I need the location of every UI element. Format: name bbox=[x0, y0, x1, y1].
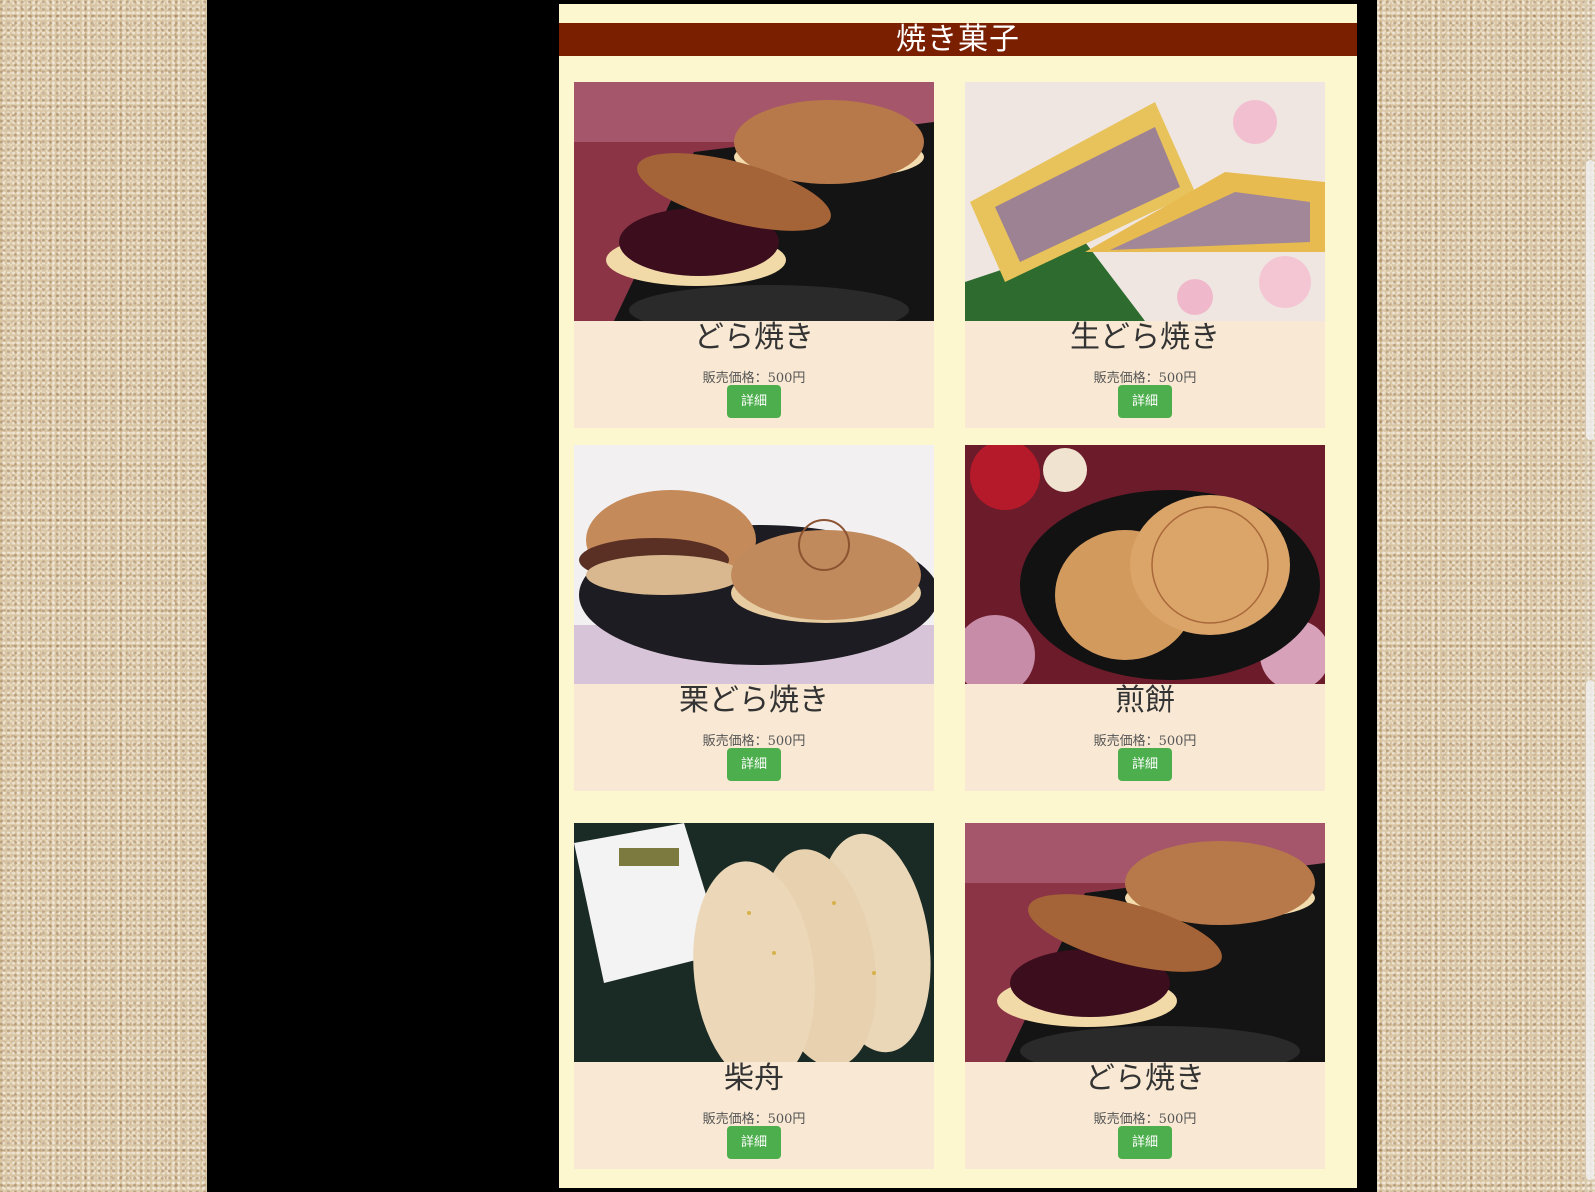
detail-button[interactable]: 詳細 bbox=[727, 385, 781, 418]
product-card: 煎餅 販売価格：500円 詳細 bbox=[965, 445, 1325, 791]
product-name: 栗どら焼き bbox=[679, 683, 829, 718]
detail-button[interactable]: 詳細 bbox=[727, 748, 781, 781]
product-name: どら焼き bbox=[1085, 1061, 1205, 1096]
product-name: 生どら焼き bbox=[1070, 320, 1220, 355]
nama-dorayaki-photo[interactable] bbox=[965, 82, 1325, 321]
product-name: どら焼き bbox=[694, 320, 814, 355]
senbei-photo[interactable] bbox=[965, 445, 1325, 684]
shibafune-photo[interactable] bbox=[574, 823, 934, 1062]
dorayaki-photo[interactable] bbox=[574, 82, 934, 321]
product-name: 煎餅 bbox=[1115, 683, 1175, 718]
product-name: 柴舟 bbox=[724, 1061, 784, 1096]
detail-button[interactable]: 詳細 bbox=[727, 1126, 781, 1159]
scrollbar-thumb[interactable] bbox=[1586, 680, 1594, 1180]
product-card: どら焼き 販売価格：500円 詳細 bbox=[965, 823, 1325, 1169]
product-card: 生どら焼き 販売価格：500円 詳細 bbox=[965, 82, 1325, 428]
page-scrollbar[interactable] bbox=[1584, 0, 1595, 1192]
detail-button[interactable]: 詳細 bbox=[1118, 748, 1172, 781]
product-card: 柴舟 販売価格：500円 詳細 bbox=[574, 823, 934, 1169]
detail-button[interactable]: 詳細 bbox=[1118, 1126, 1172, 1159]
product-card: 栗どら焼き 販売価格：500円 詳細 bbox=[574, 445, 934, 791]
dorayaki-photo[interactable] bbox=[965, 823, 1325, 1062]
product-card: どら焼き 販売価格：500円 詳細 bbox=[574, 82, 934, 428]
kuri-dorayaki-photo[interactable] bbox=[574, 445, 934, 684]
product-section: 焼き菓子 どら焼き 販売価格：500円 詳細 生どら焼き 販売価格：500円 詳… bbox=[559, 4, 1357, 1188]
scrollbar-thumb[interactable] bbox=[1586, 160, 1594, 440]
section-title: 焼き菓子 bbox=[559, 23, 1357, 56]
detail-button[interactable]: 詳細 bbox=[1118, 385, 1172, 418]
